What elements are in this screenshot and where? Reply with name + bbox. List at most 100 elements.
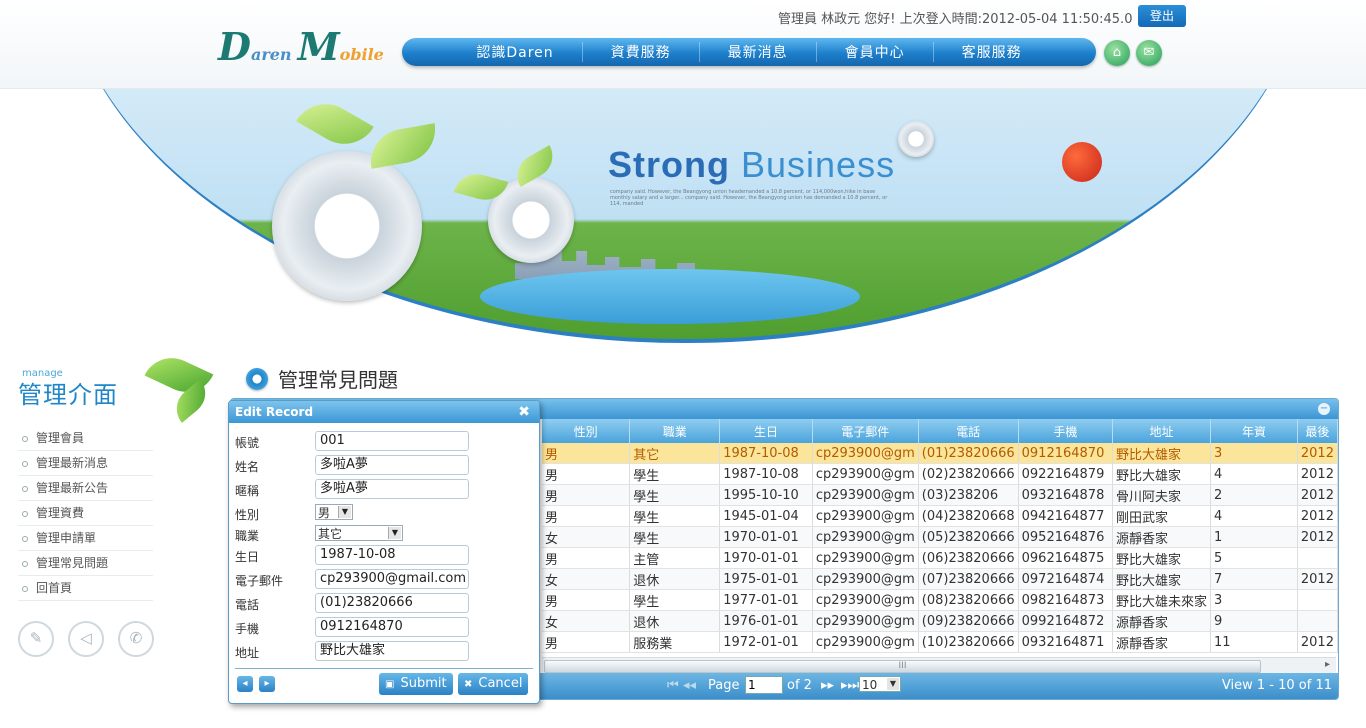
field-input[interactable]: 1987-10-08 [315,545,469,565]
nav-about-daren[interactable]: 認識Daren [448,42,583,62]
column-header[interactable]: 最後 [1297,419,1338,443]
column-header[interactable]: 生日 [719,419,813,443]
table-cell: (02)23820666 [918,463,1019,485]
column-header[interactable]: 電話 [918,419,1019,443]
nav-pricing[interactable]: 資費服務 [583,42,700,62]
column-header[interactable]: 電子郵件 [812,419,919,443]
table-cell: (03)238206 [918,484,1019,506]
edit-icon[interactable]: ✎ [18,621,54,657]
table-cell: 0992164872 [1018,610,1114,632]
table-cell: 2 [1210,484,1298,506]
table-cell: 1987-10-08 [719,463,813,485]
field-input[interactable]: 多啦A夢 [315,455,469,475]
table-cell: 0972164874 [1018,568,1114,590]
table-body: 男其它 1987-10-08 cp293900@gm (01)23820666 0912… [542,443,1338,653]
table-cell: 0932164871 [1018,631,1114,653]
table-cell: 2012 [1297,443,1338,464]
top-bar: Daren Mobile 管理員 林政元 您好! 上次登入時間:2012-05-0… [0,0,1366,89]
table-row[interactable]: 男主管 1970-01-01 cp293900@gm (06)23820666 0962… [542,547,1338,569]
daren-mobile-logo[interactable]: Daren Mobile [218,24,384,74]
table-cell: 2012 [1297,631,1338,653]
field-input[interactable]: cp293900@gmail.com [315,569,469,589]
chevron-down-icon: ▼ [887,678,899,690]
speaker-icon[interactable]: ◁ [68,621,104,657]
next-page-icon[interactable]: ▸▸ [821,678,834,693]
field-input[interactable]: 野比大雄家 [315,641,469,661]
table-cell: 4 [1210,463,1298,485]
page-title-text: 管理常見問題 [278,368,398,392]
sidebar-item-announcements[interactable]: 管理最新公告 [18,476,153,501]
sidebar-item-home[interactable]: 回首頁 [18,576,153,601]
form-row: 電話 (01)23820666 [235,593,535,613]
scrollbar-thumb[interactable]: III [544,660,1261,673]
logout-button[interactable]: 登出 [1138,5,1186,27]
table-cell: 野比大雄家 [1112,443,1212,464]
contact-icon[interactable]: ✉ [1136,40,1162,66]
table-cell: 2012 [1297,484,1338,506]
sidebar-item-faq[interactable]: 管理常見問題 [18,551,153,576]
field-label: 帳號 [235,436,260,450]
table-cell: 0922164879 [1018,463,1114,485]
page-size-select[interactable]: 10 ▼ [859,676,901,692]
form-row: 帳號 001 [235,431,535,451]
table-cell: 1970-01-01 [719,526,813,548]
collapse-icon[interactable]: − [1318,403,1330,415]
table-cell: 學生 [629,589,721,611]
table-row[interactable]: 女學生 1970-01-01 cp293900@gm (05)23820666 0952… [542,526,1338,548]
column-header[interactable]: 手機 [1018,419,1114,443]
field-value: 多啦A夢 [320,457,368,472]
nav-member-center[interactable]: 會員中心 [817,42,934,62]
prev-record-icon[interactable]: ◂ [237,676,253,692]
sitemap-icon[interactable]: ⌂ [1104,40,1130,66]
table-cell: 3 [1210,589,1298,611]
slogan-strong: Strong [608,144,730,185]
sidebar-item-applications[interactable]: 管理申請單 [18,526,153,551]
last-page-icon[interactable]: ▸⏭ [841,678,859,693]
table-cell: 0962164875 [1018,547,1114,569]
table-cell: 0942164877 [1018,505,1114,527]
field-input[interactable]: 001 [315,431,469,451]
field-input[interactable]: (01)23820666 [315,593,469,613]
table-cell: 退休 [629,610,721,632]
next-record-icon[interactable]: ▸ [259,676,275,692]
dialog-titlebar[interactable]: Edit Record ✖ [229,401,539,423]
table-row[interactable]: 男其它 1987-10-08 cp293900@gm (01)23820666 0912… [542,443,1338,464]
field-input[interactable]: 多啦A夢 [315,479,469,499]
field-label: 職業 [235,529,260,543]
close-icon[interactable]: ✖ [518,401,530,423]
field-select[interactable]: 男 ▼ [315,504,353,520]
sidebar-item-members[interactable]: 管理會員 [18,426,153,451]
page-label: Page [708,678,740,693]
scroll-right-arrow-icon[interactable]: ▸ [1325,659,1330,670]
submit-button[interactable]: ▣ Submit [379,673,453,695]
table-cell: (09)23820666 [918,610,1019,632]
table-row[interactable]: 男學生 1987-10-08 cp293900@gm (02)23820666 0922… [542,463,1338,485]
page-number-input[interactable] [745,676,783,694]
sidebar-item-pricing[interactable]: 管理資費 [18,501,153,526]
column-header[interactable]: 地址 [1112,419,1212,443]
column-header[interactable]: 職業 [629,419,721,443]
sidebar-item-news[interactable]: 管理最新消息 [18,451,153,476]
field-input[interactable]: 0912164870 [315,617,469,637]
table-row[interactable]: 男服務業 1972-01-01 cp293900@gm (10)23820666 093… [542,631,1338,653]
nav-news[interactable]: 最新消息 [700,42,817,62]
prev-page-icon[interactable]: ◂◂ [683,678,696,693]
nav-customer-service[interactable]: 客服服務 [934,42,1050,62]
horizontal-scrollbar[interactable]: III ▸ [542,657,1336,674]
table-cell: 0932164878 [1018,484,1114,506]
field-label: 地址 [235,646,260,660]
first-page-icon[interactable]: ⏮ [667,678,679,693]
column-header[interactable]: 年資 [1210,419,1298,443]
save-icon: ▣ [385,679,395,690]
cancel-button[interactable]: ✖ Cancel [458,673,529,695]
table-cell: 0912164870 [1018,443,1114,464]
column-header[interactable]: 性別 [542,419,631,443]
field-select[interactable]: 其它 ▼ [315,525,403,541]
phone-icon[interactable]: ✆ [118,621,154,657]
logo-m: M [297,24,340,69]
table-row[interactable]: 女退休 1976-01-01 cp293900@gm (09)23820666 0992… [542,610,1338,632]
table-row[interactable]: 男學生 1945-01-04 cp293900@gm (04)23820668 0942… [542,505,1338,527]
table-row[interactable]: 女退休 1975-01-01 cp293900@gm (07)23820666 0972… [542,568,1338,590]
table-row[interactable]: 男學生 1977-01-01 cp293900@gm (08)23820666 0982… [542,589,1338,611]
table-row[interactable]: 男學生 1995-10-10 cp293900@gm (03)238206 093216… [542,484,1338,506]
